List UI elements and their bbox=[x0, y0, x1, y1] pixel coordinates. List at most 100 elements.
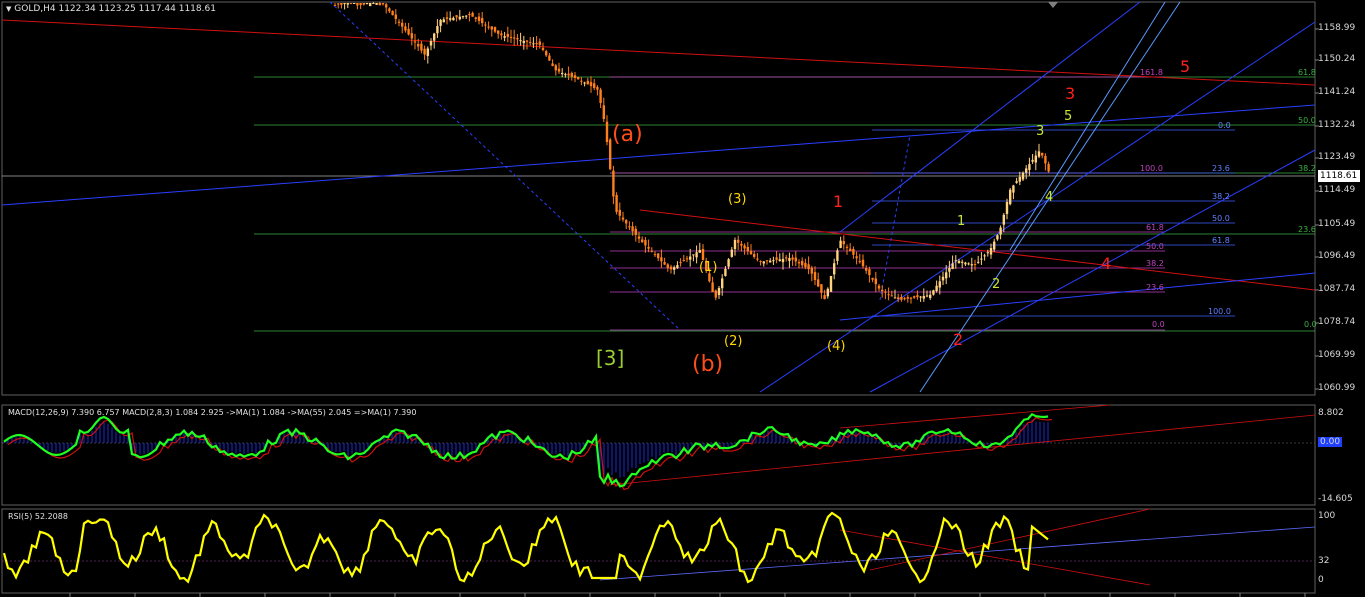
candle-body bbox=[1034, 155, 1037, 163]
candle-body bbox=[1047, 163, 1050, 172]
candle-body bbox=[561, 72, 564, 75]
candle-body bbox=[893, 297, 897, 299]
candle-body bbox=[689, 256, 692, 260]
candle-body bbox=[673, 267, 676, 270]
wave-label-green-1: 1 bbox=[957, 214, 966, 229]
wave-label-red-4: 4 bbox=[1101, 254, 1112, 273]
candle-body bbox=[657, 253, 660, 259]
candle-body bbox=[839, 240, 842, 248]
candle-body bbox=[973, 264, 977, 266]
candle-body bbox=[340, 3, 343, 5]
candle-body bbox=[756, 258, 759, 260]
candle-body bbox=[522, 40, 525, 44]
candle-body bbox=[698, 250, 701, 253]
candle-body bbox=[727, 259, 730, 267]
candle-body bbox=[564, 74, 567, 76]
candle-body bbox=[903, 298, 906, 300]
fib-label: 23.6 bbox=[1146, 283, 1164, 292]
candle-body bbox=[653, 254, 657, 256]
wave-label-3-paren: (3) bbox=[728, 192, 747, 207]
fib-label: 38.2 bbox=[1298, 164, 1316, 173]
candle-body bbox=[813, 272, 817, 280]
candle-body bbox=[394, 14, 397, 19]
candle-body bbox=[391, 10, 394, 16]
wave-label-red-2: 2 bbox=[953, 330, 964, 349]
candle-body bbox=[1009, 189, 1012, 205]
candle-body bbox=[932, 290, 935, 295]
candle-body bbox=[797, 262, 801, 264]
candle-body bbox=[772, 260, 775, 262]
candle-body bbox=[365, 3, 369, 5]
candle-body bbox=[644, 240, 647, 246]
candle-body bbox=[945, 272, 948, 279]
macd-header: MACD(12,26,9) 7.390 6.757 MACD(2,8,3) 1.… bbox=[8, 408, 417, 417]
price-tick: 1114.49 bbox=[1318, 185, 1356, 195]
candle-body bbox=[887, 294, 890, 296]
candle-body bbox=[951, 263, 954, 270]
candle-body bbox=[439, 19, 442, 26]
candle-body bbox=[529, 42, 532, 44]
price-panel[interactable] bbox=[1, 1, 1316, 396]
price-axis-ticks bbox=[1315, 28, 1319, 390]
candle-body bbox=[1044, 155, 1047, 164]
candle-body bbox=[577, 76, 580, 80]
candle-body bbox=[621, 217, 625, 220]
candle-body bbox=[423, 48, 426, 55]
candle-body bbox=[701, 248, 705, 260]
candle-body bbox=[948, 267, 951, 272]
candle-body bbox=[541, 47, 545, 50]
macd-scale-zero: 0.00 bbox=[1318, 437, 1343, 447]
candle-body bbox=[900, 296, 903, 300]
candle-body bbox=[493, 27, 497, 32]
wave-label-b: (b) bbox=[692, 352, 724, 377]
candle-body bbox=[874, 278, 877, 285]
candle-body bbox=[833, 263, 836, 275]
dropdown-triangle-icon[interactable]: ▼ bbox=[6, 5, 11, 13]
candle-body bbox=[685, 258, 689, 260]
candle-body bbox=[484, 24, 487, 26]
candle-body bbox=[785, 257, 788, 259]
candle-body bbox=[625, 220, 628, 224]
chart-window[interactable] bbox=[0, 0, 1365, 597]
candle-body bbox=[397, 21, 401, 23]
candle-body bbox=[916, 295, 919, 298]
fib-label: 0.0 bbox=[1304, 320, 1317, 329]
candle-body bbox=[1015, 181, 1018, 183]
wave-label-green-4: 4 bbox=[1045, 190, 1054, 205]
candle-body bbox=[1002, 214, 1005, 225]
candle-body bbox=[455, 15, 458, 18]
rsi-scale-32: 32 bbox=[1318, 556, 1330, 566]
wave-label-red-1: 1 bbox=[833, 192, 844, 211]
candle-body bbox=[669, 266, 673, 270]
candle-body bbox=[714, 290, 717, 298]
candle-body bbox=[474, 17, 477, 19]
candle-body bbox=[650, 250, 653, 252]
candle-body bbox=[385, 4, 388, 8]
candle-body bbox=[970, 264, 973, 266]
candle-body bbox=[538, 41, 541, 45]
candle-body bbox=[765, 260, 769, 262]
candle-body bbox=[631, 226, 634, 232]
candle-body bbox=[679, 262, 682, 264]
price-tick: 1060.99 bbox=[1318, 383, 1356, 393]
candle-body bbox=[465, 15, 468, 17]
candle-body bbox=[871, 277, 874, 280]
wave-label-green-5: 5 bbox=[1064, 109, 1073, 124]
fib-label: 50.0 bbox=[1298, 116, 1316, 125]
candle-body bbox=[1021, 172, 1025, 180]
candle-body bbox=[490, 26, 493, 30]
candle-body bbox=[458, 16, 461, 20]
candle-body bbox=[897, 297, 900, 300]
macd-scale-max: 8.802 bbox=[1318, 408, 1344, 418]
candle-body bbox=[503, 36, 506, 38]
macd-panel[interactable] bbox=[1, 404, 1316, 506]
candle-body bbox=[647, 246, 650, 249]
candle-body bbox=[977, 261, 980, 263]
rsi-scale-min: 0 bbox=[1318, 575, 1324, 585]
rsi-panel[interactable] bbox=[1, 508, 1316, 594]
fib-label: 100.0 bbox=[1140, 164, 1163, 173]
candle-body bbox=[881, 289, 884, 292]
candle-body bbox=[721, 278, 724, 289]
symbol-quote: GOLD,H4 1122.34 1123.25 1117.44 1118.61 bbox=[14, 4, 216, 14]
candle-body bbox=[733, 240, 737, 250]
